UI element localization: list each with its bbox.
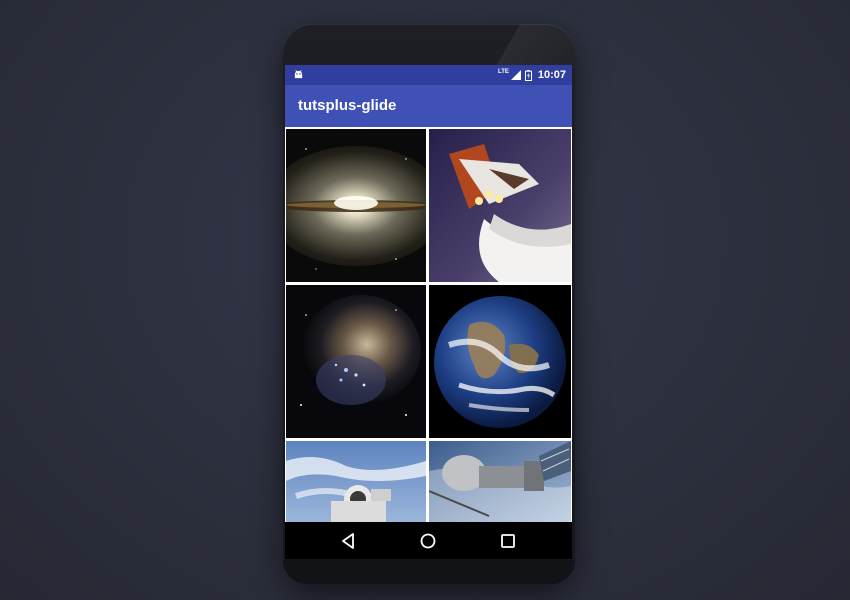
- app-title: tutsplus-glide: [298, 97, 397, 114]
- gallery-image-shuttle[interactable]: [429, 129, 571, 282]
- android-icon: [294, 70, 303, 79]
- phone-chin: [283, 560, 575, 584]
- phone-screen: LTE 10:07 tutsplus-glide: [285, 65, 572, 559]
- battery-icon: [524, 69, 532, 81]
- gallery-image-galaxy[interactable]: [286, 129, 426, 282]
- image-grid[interactable]: [285, 127, 572, 522]
- back-button[interactable]: [338, 530, 360, 552]
- gallery-image-astronaut[interactable]: [286, 441, 426, 522]
- home-icon: [420, 533, 436, 549]
- gallery-image-soyuz[interactable]: [429, 441, 571, 522]
- phone-gloss: [485, 24, 575, 68]
- earth-image: [429, 285, 571, 438]
- gallery-image-nebula[interactable]: [286, 285, 426, 438]
- gallery-image-earth[interactable]: [429, 285, 571, 438]
- status-bar: LTE 10:07: [285, 65, 572, 85]
- astronaut-image: [286, 441, 426, 522]
- soyuz-image: [429, 441, 571, 522]
- app-toolbar: tutsplus-glide: [285, 85, 572, 127]
- galaxy-image: [286, 129, 426, 282]
- lte-label: LTE: [497, 69, 509, 75]
- status-icons: LTE 10:07: [498, 68, 566, 82]
- signal-icon: [510, 70, 521, 80]
- nebula-image: [286, 285, 426, 438]
- shuttle-image: [429, 129, 571, 282]
- navigation-bar: [285, 522, 572, 559]
- recents-icon: [501, 534, 515, 548]
- back-icon: [342, 533, 354, 549]
- recents-button[interactable]: [497, 530, 519, 552]
- home-button[interactable]: [417, 530, 439, 552]
- status-time: 10:07: [537, 69, 566, 81]
